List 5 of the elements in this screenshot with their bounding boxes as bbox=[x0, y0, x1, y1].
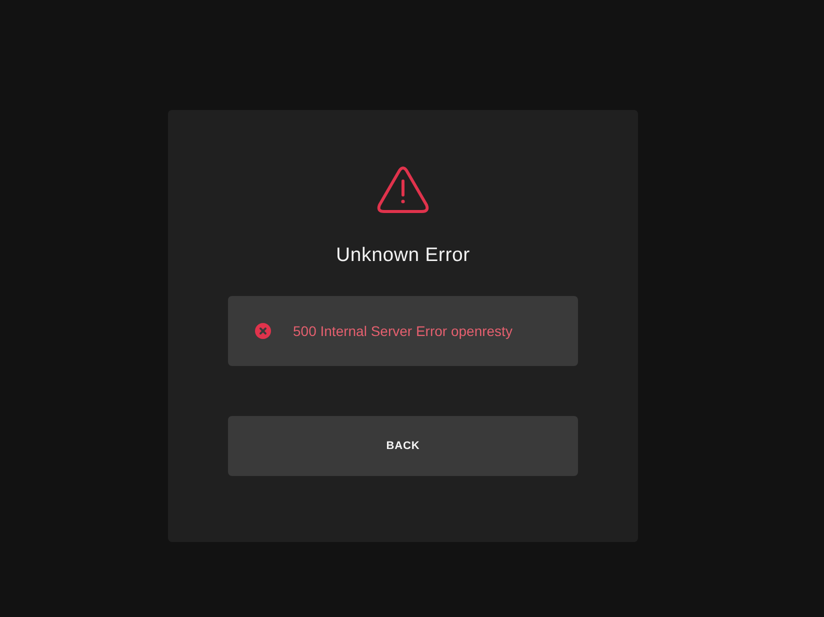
dialog-title: Unknown Error bbox=[336, 243, 470, 267]
warning-icon bbox=[377, 166, 429, 213]
error-icon bbox=[255, 323, 271, 339]
error-message: 500 Internal Server Error openresty bbox=[293, 323, 512, 339]
back-button[interactable]: BACK bbox=[228, 416, 578, 476]
